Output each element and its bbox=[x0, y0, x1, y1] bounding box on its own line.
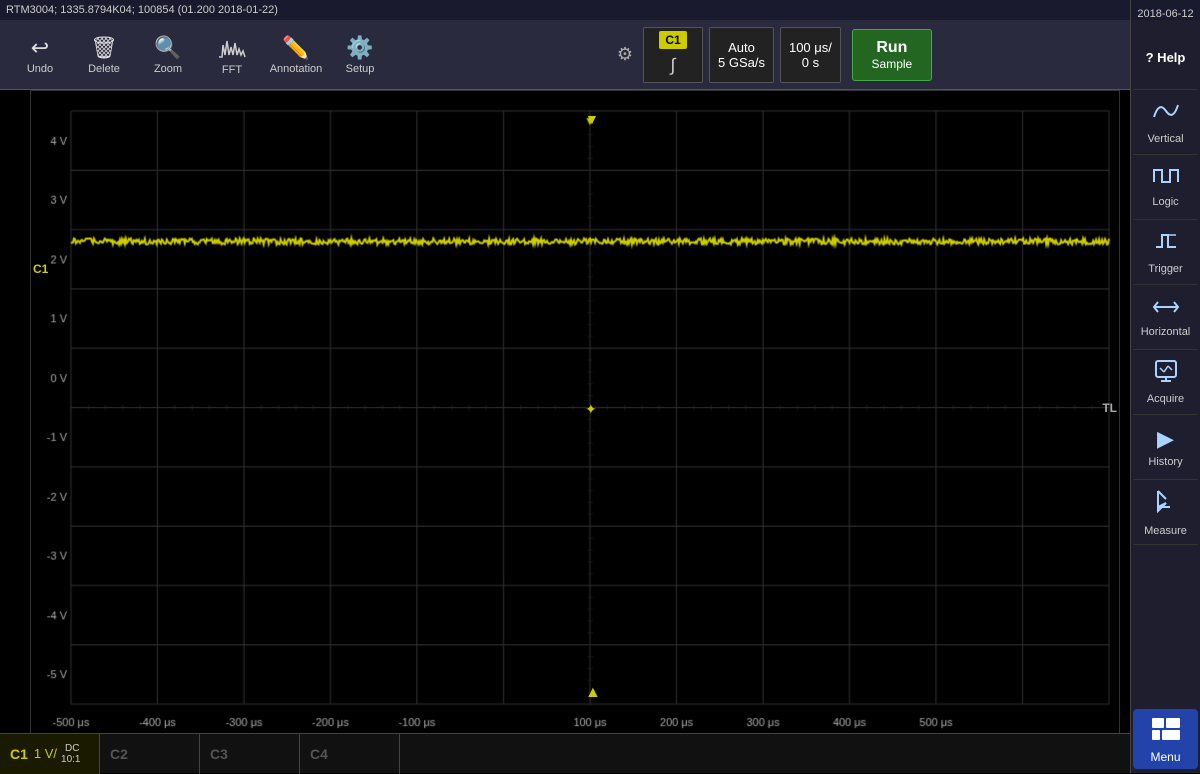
title-bar: RTM3004; 1335.8794K04; 100854 (01.200 20… bbox=[0, 0, 1130, 20]
sample-mode-label: Sample bbox=[872, 57, 913, 71]
acquire-button[interactable]: Acquire bbox=[1133, 350, 1198, 415]
channel-gear-button[interactable]: ⚙ bbox=[610, 25, 640, 85]
undo-button[interactable]: ↩ Undo bbox=[10, 25, 70, 85]
channel-c3[interactable]: C3 bbox=[200, 734, 300, 774]
c4-channel-label: C4 bbox=[310, 746, 328, 762]
zoom-button[interactable]: 🔍 Zoom bbox=[138, 25, 198, 85]
vertical-icon bbox=[1152, 99, 1180, 129]
measure-icon bbox=[1154, 487, 1178, 521]
fft-label: FFT bbox=[222, 64, 242, 76]
time-div-value: 100 μs/ bbox=[789, 40, 832, 55]
trigger-mode-control[interactable]: Auto 5 GSa/s bbox=[709, 27, 774, 83]
trigger-mode-value: Auto bbox=[728, 40, 755, 55]
horizontal-label: Horizontal bbox=[1141, 326, 1191, 338]
logic-icon bbox=[1152, 166, 1180, 192]
scope-area: ▼ C1 TL ✦ ▲ bbox=[30, 90, 1120, 735]
acquire-label: Acquire bbox=[1147, 393, 1184, 405]
time-div-control[interactable]: 100 μs/ 0 s bbox=[780, 27, 841, 83]
date-text: 2018-06-12 bbox=[1137, 8, 1193, 20]
zoom-icon: 🔍 bbox=[154, 35, 181, 61]
acquire-icon bbox=[1154, 359, 1178, 389]
annotation-label: Annotation bbox=[270, 63, 323, 75]
channel-c4[interactable]: C4 bbox=[300, 734, 400, 774]
right-sidebar: ? Help Vertical Logic Trigger bbox=[1130, 20, 1200, 773]
trigger-marker: ▼ bbox=[585, 111, 599, 127]
history-icon: ▶ bbox=[1157, 426, 1174, 452]
run-label: Run bbox=[876, 39, 907, 57]
annotation-button[interactable]: ✏️ Annotation bbox=[266, 25, 326, 85]
undo-label: Undo bbox=[27, 63, 53, 75]
crosshair-marker: ✦ bbox=[585, 401, 597, 418]
c1-channel-value: 1 V/ bbox=[34, 746, 57, 761]
c1-scope-label: C1 bbox=[33, 262, 48, 276]
history-button[interactable]: ▶ History bbox=[1133, 415, 1198, 480]
top-controls: ⚙ C1 ∫ Auto 5 GSa/s 100 μs/ 0 s Run Samp… bbox=[610, 20, 1130, 90]
grid-canvas bbox=[31, 91, 1119, 734]
channel-c2[interactable]: C2 bbox=[100, 734, 200, 774]
c3-channel-label: C3 bbox=[210, 746, 228, 762]
measure-label: Measure bbox=[1144, 525, 1187, 537]
menu-icon bbox=[1150, 715, 1182, 750]
history-label: History bbox=[1148, 456, 1182, 468]
trigger-icon bbox=[1154, 229, 1178, 259]
menu-label: Menu bbox=[1150, 750, 1180, 764]
measure-button[interactable]: Measure bbox=[1133, 480, 1198, 545]
fft-button[interactable]: FFT bbox=[202, 25, 262, 85]
horizontal-icon bbox=[1152, 296, 1180, 322]
fft-icon bbox=[217, 37, 247, 62]
logic-button[interactable]: Logic bbox=[1133, 155, 1198, 220]
horizontal-button[interactable]: Horizontal bbox=[1133, 285, 1198, 350]
setup-button[interactable]: ⚙️ Setup bbox=[330, 25, 390, 85]
help-button[interactable]: ? Help bbox=[1133, 25, 1198, 90]
sample-rate-value: 5 GSa/s bbox=[718, 55, 765, 70]
run-button[interactable]: Run Sample bbox=[852, 29, 932, 81]
vertical-label: Vertical bbox=[1147, 133, 1183, 145]
logic-label: Logic bbox=[1152, 196, 1178, 208]
undo-icon: ↩ bbox=[31, 35, 49, 61]
channel-c1[interactable]: C1 1 V/ DC 10:1 bbox=[0, 734, 100, 774]
delete-button[interactable]: 🗑 Delete bbox=[74, 25, 134, 85]
delete-icon: 🗑 bbox=[90, 35, 118, 61]
c1-ratio: 10:1 bbox=[61, 754, 80, 765]
setup-label: Setup bbox=[346, 63, 375, 75]
trigger-button[interactable]: Trigger bbox=[1133, 220, 1198, 285]
menu-button[interactable]: Menu bbox=[1133, 709, 1198, 769]
c1-channel-label: C1 bbox=[10, 746, 28, 762]
channel-bar: C1 1 V/ DC 10:1 C2 C3 C4 bbox=[0, 733, 1130, 773]
time-offset-value: 0 s bbox=[802, 55, 819, 70]
c1-badge: C1 bbox=[659, 31, 686, 49]
delete-label: Delete bbox=[88, 63, 120, 75]
trigger-arrow: ▲ bbox=[585, 684, 601, 702]
channel-selector[interactable]: C1 ∫ bbox=[643, 27, 703, 83]
annotation-icon: ✏️ bbox=[282, 35, 309, 61]
c1-coupling: DC bbox=[65, 743, 80, 754]
vertical-button[interactable]: Vertical bbox=[1133, 90, 1198, 155]
zoom-label: Zoom bbox=[154, 63, 182, 75]
title-text: RTM3004; 1335.8794K04; 100854 (01.200 20… bbox=[6, 4, 278, 16]
waveform-icon: ∫ bbox=[671, 55, 676, 76]
setup-icon: ⚙️ bbox=[346, 35, 373, 61]
tl-scope-label: TL bbox=[1102, 401, 1117, 415]
c2-channel-label: C2 bbox=[110, 746, 128, 762]
trigger-label: Trigger bbox=[1148, 263, 1182, 275]
help-label: ? Help bbox=[1146, 50, 1186, 65]
